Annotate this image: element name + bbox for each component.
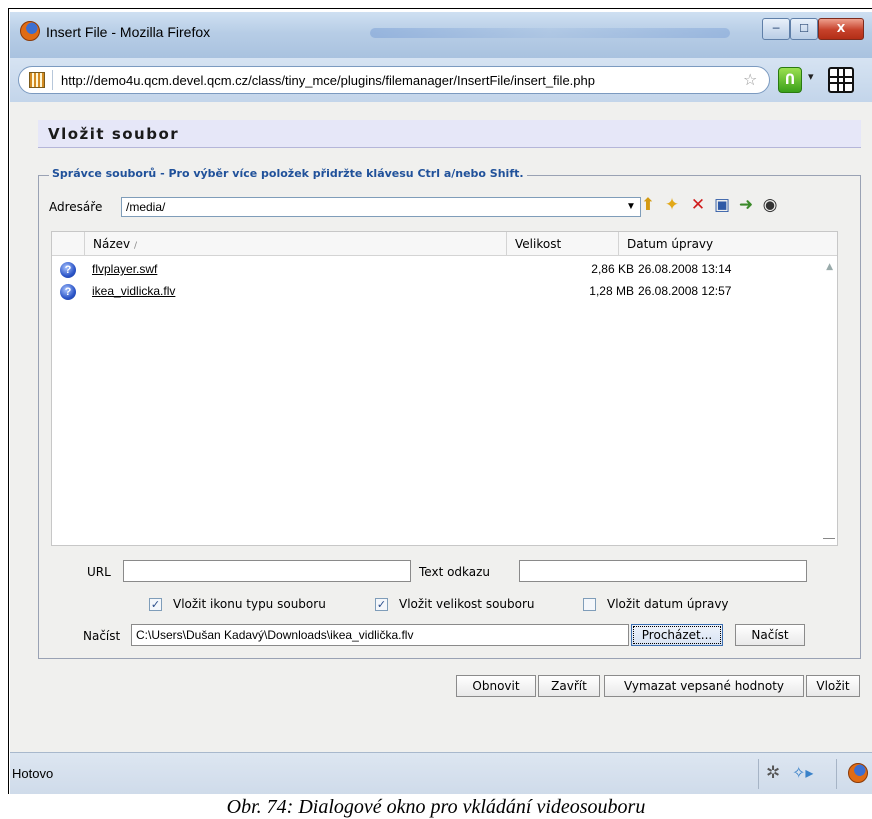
file-list-header: Název / Velikost Datum úpravy <box>52 232 837 256</box>
icon-column-header <box>52 232 84 256</box>
unknown-file-type-icon: ? <box>60 284 76 300</box>
file-row[interactable]: ? ikea_vidlicka.flv 1,28 MB 26.08.2008 1… <box>52 281 822 303</box>
dropdown-arrow-icon[interactable]: ▾ <box>808 70 814 83</box>
file-manager-fieldset: Správce souborů - Pro výběr více položek… <box>38 167 861 659</box>
page: Insert File - Mozilla Firefox ─ ☐ X http… <box>0 0 872 819</box>
window-title: Insert File - Mozilla Firefox <box>46 24 211 40</box>
close-window-button[interactable]: X <box>818 18 864 40</box>
insert-date-label: Vložit datum úpravy <box>607 597 729 611</box>
file-row[interactable]: ? flvplayer.swf 2,86 KB 26.08.2008 13:14 <box>52 259 822 281</box>
clear-values-button[interactable]: Vymazat vepsané hodnoty <box>604 675 804 697</box>
preview-icon[interactable]: ◉ <box>759 194 781 216</box>
document-border-top <box>8 8 872 9</box>
file-list[interactable]: Název / Velikost Datum úpravy ? flvplaye… <box>51 231 838 546</box>
insert-button[interactable]: Vložit <box>806 675 860 697</box>
insert-icon-label: Vložit ikonu typu souboru <box>173 597 326 611</box>
directory-select[interactable]: /media/ ▼ <box>121 197 641 217</box>
firefox-status-icon[interactable] <box>848 763 868 783</box>
title-bar-background-glow <box>370 28 730 38</box>
file-name[interactable]: ikea_vidlicka.flv <box>92 284 175 298</box>
addon-toolbar-icon[interactable]: Ո <box>778 67 802 93</box>
delete-icon[interactable]: ✕ <box>687 194 709 216</box>
file-name[interactable]: flvplayer.swf <box>92 262 157 276</box>
document-border-left <box>8 8 9 794</box>
link-text-label: Text odkazu <box>419 565 491 579</box>
insert-size-checkbox[interactable]: ✓ <box>375 598 388 611</box>
sync-icon[interactable]: ✧▸ <box>792 763 813 782</box>
copy-icon[interactable]: ➜ <box>735 194 757 216</box>
file-size: 2,86 KB <box>591 262 634 276</box>
minimize-button[interactable]: ─ <box>762 18 790 40</box>
title-bar: Insert File - Mozilla Firefox ─ ☐ X <box>10 12 872 58</box>
date-column-header[interactable]: Datum úpravy <box>618 232 824 256</box>
upload-button[interactable]: Načíst <box>735 624 805 646</box>
size-column-header[interactable]: Velikost <box>506 232 618 256</box>
bug-icon[interactable]: ✲ <box>766 763 780 783</box>
status-separator <box>836 759 837 789</box>
name-column-header[interactable]: Název / <box>84 232 506 256</box>
bookmark-star-icon[interactable]: ☆ <box>743 70 757 89</box>
browser-window: Insert File - Mozilla Firefox ─ ☐ X http… <box>10 12 872 794</box>
firefox-icon <box>20 21 40 41</box>
address-url[interactable]: http://demo4u.qcm.devel.qcm.cz/class/tin… <box>61 73 595 88</box>
figure-caption: Obr. 74: Dialogové okno pro vkládání vid… <box>226 796 646 818</box>
folder-up-icon[interactable]: ⬆ <box>637 194 659 216</box>
upload-path-input[interactable]: C:\Users\Dušan Kadavý\Downloads\ikea_vid… <box>131 624 629 646</box>
dialog-header: Vložit soubor <box>38 120 861 148</box>
file-date: 26.08.2008 12:57 <box>638 284 732 298</box>
new-folder-icon[interactable]: ✦ <box>661 194 683 216</box>
insert-date-checkbox[interactable] <box>583 598 596 611</box>
insert-icon-checkbox[interactable]: ✓ <box>149 598 162 611</box>
grid-menu-icon[interactable] <box>828 67 854 93</box>
file-manager-legend: Správce souborů - Pro výběr více položek… <box>49 167 527 180</box>
link-text-input[interactable] <box>519 560 807 582</box>
status-separator <box>758 759 759 789</box>
browse-button[interactable]: Procházet... <box>631 624 723 646</box>
scroll-up-icon[interactable]: ▲ <box>826 262 833 272</box>
unknown-file-type-icon: ? <box>60 262 76 278</box>
sort-indicator-icon: / <box>133 241 137 251</box>
dialog-content: Vložit soubor Správce souborů - Pro výbě… <box>10 102 872 752</box>
address-toolbar: http://demo4u.qcm.devel.qcm.cz/class/tin… <box>10 58 872 102</box>
name-column-label: Název <box>93 237 131 251</box>
site-favicon-icon <box>29 72 45 88</box>
maximize-button[interactable]: ☐ <box>790 18 818 40</box>
rename-icon[interactable]: ▣ <box>711 194 733 216</box>
url-label: URL <box>87 565 111 579</box>
insert-size-label: Vložit velikost souboru <box>399 597 535 611</box>
scrollbar-end[interactable] <box>823 538 835 539</box>
directory-value: /media/ <box>126 200 166 214</box>
url-input[interactable] <box>123 560 411 582</box>
address-separator <box>52 70 53 90</box>
refresh-button[interactable]: Obnovit <box>456 675 536 697</box>
dialog-title: Vložit soubor <box>48 125 180 143</box>
file-size: 1,28 MB <box>589 284 634 298</box>
upload-label: Načíst <box>83 629 121 643</box>
file-date: 26.08.2008 13:14 <box>638 262 732 276</box>
address-bar[interactable]: http://demo4u.qcm.devel.qcm.cz/class/tin… <box>18 66 770 94</box>
status-text: Hotovo <box>12 766 54 781</box>
close-button[interactable]: Zavřít <box>538 675 600 697</box>
status-bar: Hotovo ✲ ✧▸ <box>10 752 872 794</box>
directory-label: Adresáře <box>49 200 103 214</box>
